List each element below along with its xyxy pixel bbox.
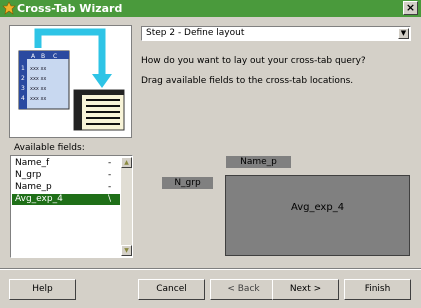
separator <box>0 268 421 270</box>
field-marker: \ <box>108 194 112 204</box>
svg-text:3: 3 <box>21 85 25 92</box>
scroll-down-button[interactable]: ▼ <box>121 245 132 256</box>
cancel-button[interactable]: Cancel <box>138 279 205 300</box>
next-button[interactable]: Next > <box>272 279 339 300</box>
field-name: Name_f <box>15 158 50 168</box>
svg-text:B: B <box>41 53 45 60</box>
svg-text:xxx xx: xxx xx <box>30 66 46 72</box>
column-heading-field[interactable]: Name_p <box>226 156 291 168</box>
help-button[interactable]: Help <box>9 279 76 300</box>
svg-text:C: C <box>53 53 57 60</box>
close-icon: × <box>405 1 416 14</box>
svg-text:xxx xx: xxx xx <box>30 76 46 82</box>
data-field-label: Avg_exp_4 <box>290 202 345 213</box>
list-item[interactable]: N_grp - <box>12 170 120 181</box>
scroll-up-button[interactable]: ▲ <box>121 157 132 168</box>
crosstab-illustration: A B C 1 2 3 4 xxx xx xxx xx xxx xx xxx x… <box>9 25 132 138</box>
layout-question: How do you want to lay out your cross-ta… <box>141 56 366 66</box>
wizard-icon <box>2 1 16 15</box>
back-button[interactable]: < Back <box>210 279 277 300</box>
row-heading-field[interactable]: N_grp <box>162 177 213 189</box>
chevron-down-icon: ▼ <box>400 29 407 37</box>
svg-text:xxx xx: xxx xx <box>30 96 46 102</box>
step-dropdown-button[interactable]: ▼ <box>398 28 409 39</box>
step-select[interactable]: Step 2 - Define layout ▼ <box>141 26 411 41</box>
field-name: Avg_exp_4 <box>15 194 63 204</box>
crosstab-diagram-icon: A B C 1 2 3 4 xxx xx xxx xx xxx xx xxx x… <box>18 28 125 131</box>
finish-button[interactable]: Finish <box>344 279 411 300</box>
window-title: Cross-Tab Wizard <box>17 2 123 15</box>
scroll-down-icon: ▼ <box>124 247 129 254</box>
field-marker: - <box>108 182 112 192</box>
field-name: N_grp <box>15 170 42 180</box>
list-item[interactable]: Name_f - <box>12 158 120 169</box>
list-item-selected[interactable]: Avg_exp_4 \ <box>12 194 120 205</box>
step-select-value: Step 2 - Define layout <box>146 28 245 38</box>
data-field-area[interactable]: Avg_exp_4 <box>225 175 410 256</box>
svg-text:1: 1 <box>21 65 25 72</box>
available-fields-label: Available fields: <box>14 143 85 153</box>
title-bar: Cross-Tab Wizard × <box>0 0 421 17</box>
available-fields-list[interactable]: Name_f - N_grp - Name_p - Avg_exp_4 \ ▲ … <box>10 155 133 258</box>
field-marker: - <box>108 158 112 168</box>
drag-hint: Drag available fields to the cross-tab l… <box>141 76 354 86</box>
svg-text:4: 4 <box>21 95 25 102</box>
svg-text:xxx xx: xxx xx <box>30 86 46 92</box>
list-item[interactable]: Name_p - <box>12 182 120 193</box>
field-name: Name_p <box>15 182 52 192</box>
scroll-up-icon: ▲ <box>124 159 129 166</box>
close-button[interactable]: × <box>403 1 418 15</box>
field-marker: - <box>108 170 112 180</box>
svg-text:2: 2 <box>21 75 25 82</box>
list-scrollbar[interactable]: ▲ ▼ <box>121 157 132 256</box>
